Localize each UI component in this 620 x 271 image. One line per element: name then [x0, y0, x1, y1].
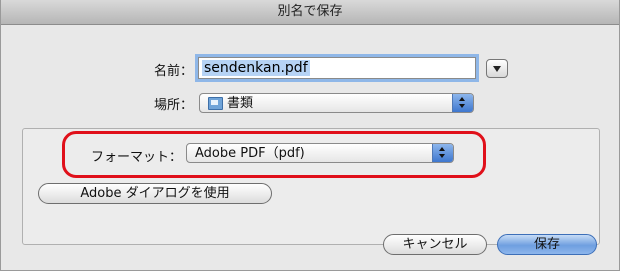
- name-label: 名前：: [153, 64, 193, 79]
- location-popup[interactable]: 書類: [199, 93, 474, 113]
- expand-dialog-button[interactable]: [486, 59, 508, 78]
- format-highlight-annotation: [62, 131, 486, 178]
- cancel-button[interactable]: キャンセル: [383, 234, 487, 255]
- popup-arrows-icon: [452, 94, 473, 112]
- filename-field[interactable]: sendenkan.pdf: [198, 57, 476, 79]
- filename-value: sendenkan.pdf: [202, 60, 310, 76]
- location-value: 書類: [227, 96, 254, 111]
- use-adobe-dialog-button[interactable]: Adobe ダイアログを使用: [38, 183, 272, 204]
- save-as-dialog: 別名で保存 名前： sendenkan.pdf 場所： 書類 フォーマット： A…: [0, 0, 620, 271]
- location-label: 場所：: [153, 98, 193, 113]
- window-title: 別名で保存: [1, 0, 619, 25]
- disclosure-triangle-icon: [493, 66, 501, 72]
- save-button[interactable]: 保存: [497, 234, 597, 255]
- folder-icon: [208, 97, 223, 110]
